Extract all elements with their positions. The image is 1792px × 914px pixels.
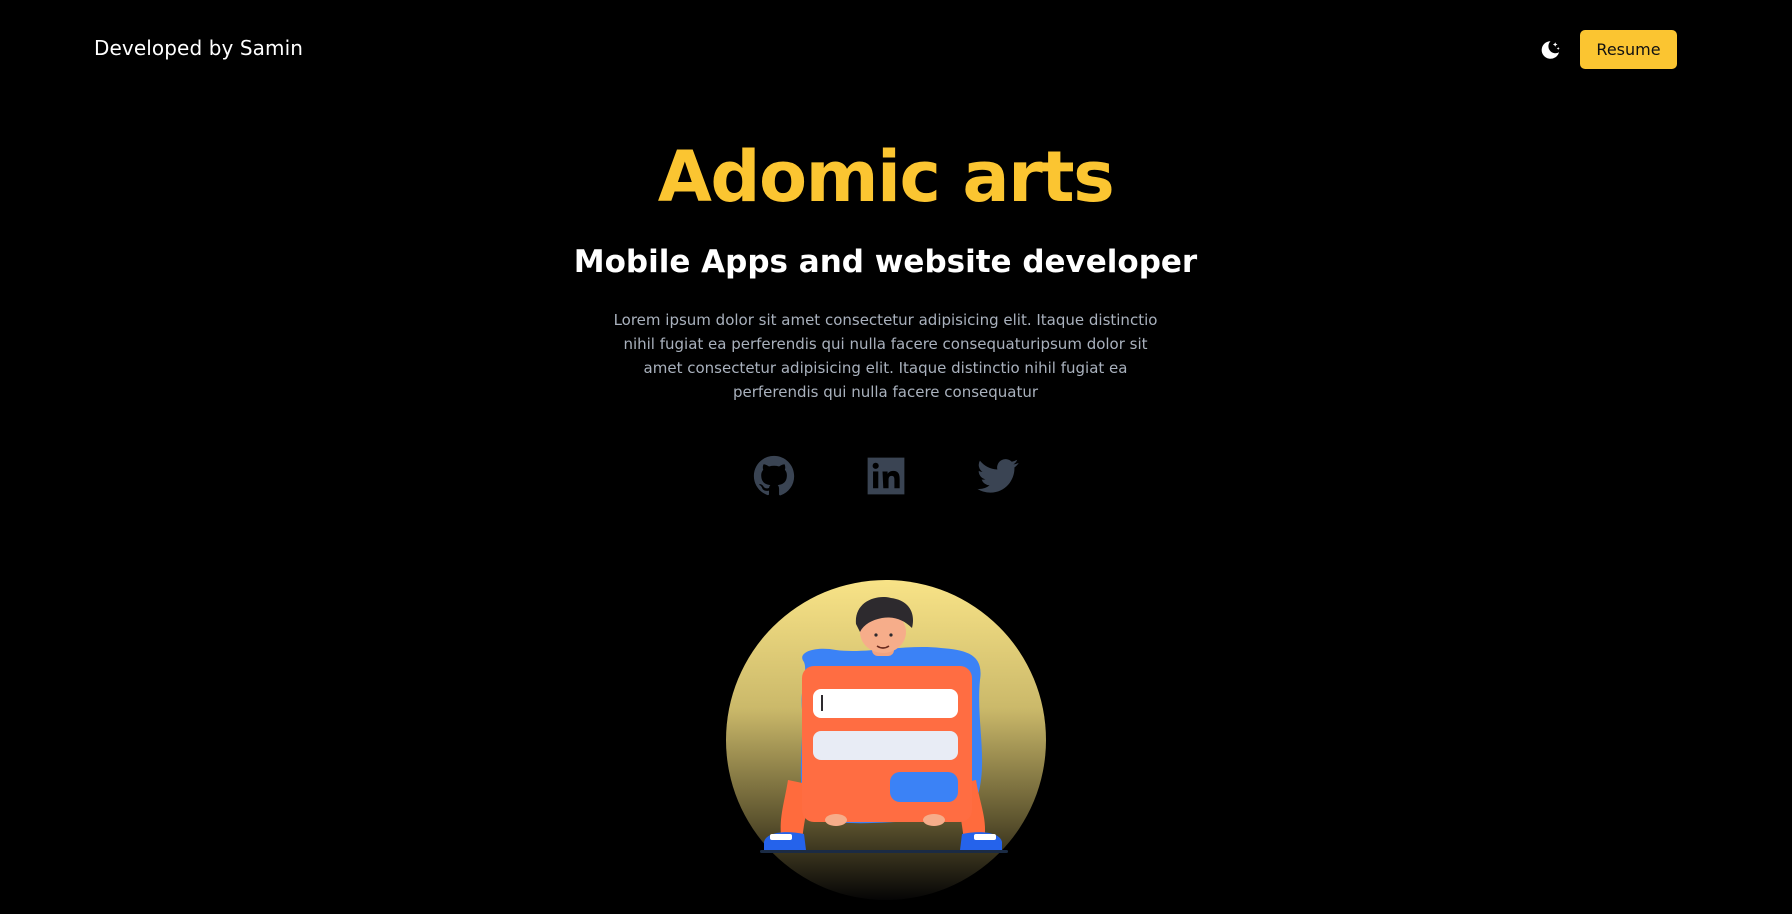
moon-stars-icon[interactable] bbox=[1538, 38, 1562, 62]
hero-title: Adomic arts bbox=[657, 136, 1115, 218]
hero-illustration bbox=[726, 580, 1046, 900]
resume-button[interactable]: Resume bbox=[1580, 30, 1677, 69]
navbar: Developed by Samin Resume bbox=[0, 0, 1792, 100]
hero-subtitle: Mobile Apps and website developer bbox=[573, 244, 1198, 280]
character-illustration bbox=[760, 597, 1008, 853]
brand-text[interactable]: Developed by Samin bbox=[94, 36, 303, 60]
twitter-icon[interactable] bbox=[976, 455, 1020, 497]
social-links bbox=[0, 455, 1792, 497]
github-icon[interactable] bbox=[752, 455, 796, 497]
hero-description: Lorem ipsum dolor sit amet consectetur a… bbox=[613, 311, 1158, 401]
linkedin-icon[interactable] bbox=[864, 455, 908, 497]
